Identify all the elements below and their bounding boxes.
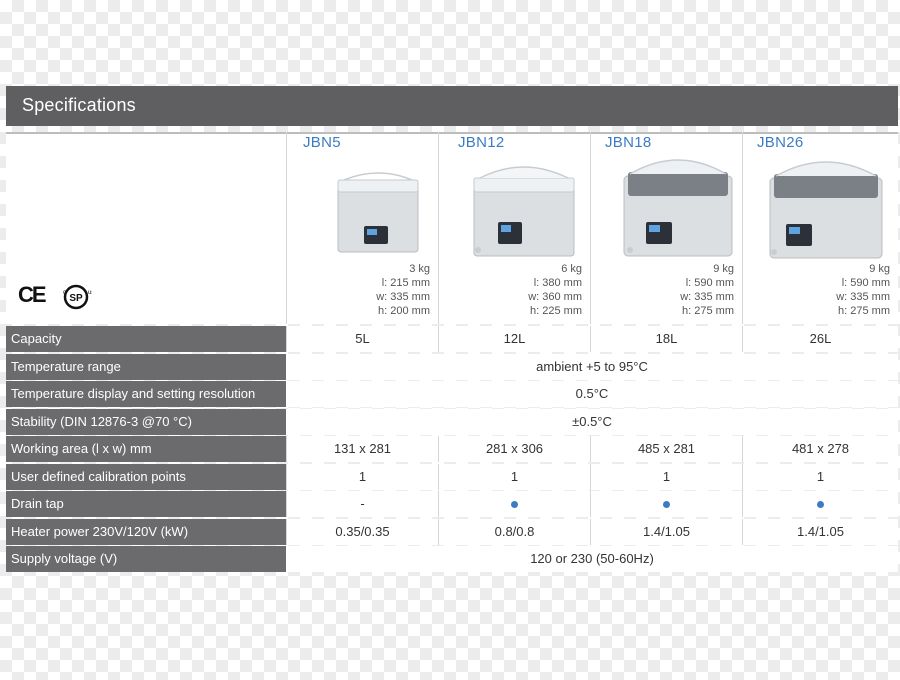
row-label: Supply voltage (V)	[6, 546, 286, 572]
dimensions: 9 kg l: 590 mm w: 335 mm h: 275 mm	[680, 263, 734, 317]
table-cell: 12L	[438, 326, 590, 352]
table-cell: 485 x 281	[590, 436, 742, 462]
model-name: JBN12	[458, 134, 505, 151]
row-label: Temperature range	[6, 354, 286, 380]
model-column-jbn26: JBN26 9 kg l: 590 mm w: 335 mm h: 275 mm	[742, 132, 898, 324]
row-label: User defined calibration points	[6, 464, 286, 490]
ce-mark-icon: CE	[18, 282, 47, 307]
table-cell: 120 or 230 (50-60Hz)	[286, 546, 898, 572]
row-label: Drain tap	[6, 491, 286, 517]
table-cell: 281 x 306	[438, 436, 590, 462]
models-panel: CE SP us c JBN5 3 kg l: 215 mm w:	[6, 132, 898, 324]
drain-tap-cell	[742, 491, 898, 517]
table-row: Temperature display and setting resoluti…	[6, 381, 898, 407]
table-row: Stability (DIN 12876-3 @70 °C) ±0.5°C	[6, 409, 898, 435]
model-column-jbn5: JBN5 3 kg l: 215 mm w: 335 mm h: 200 mm	[286, 132, 438, 324]
table-cell: 0.35/0.35	[286, 519, 438, 545]
table-row: Heater power 230V/120V (kW) 0.35/0.35 0.…	[6, 519, 898, 545]
table-cell: ambient +5 to 95°C	[286, 354, 898, 380]
model-column-jbn12: JBN12 6 kg l: 380 mm w: 360 mm h: 225 mm	[438, 132, 590, 324]
drain-tap-cell	[590, 491, 742, 517]
table-cell: 1	[590, 464, 742, 490]
table-row: Temperature range ambient +5 to 95°C	[6, 354, 898, 380]
dimensions: 6 kg l: 380 mm w: 360 mm h: 225 mm	[528, 263, 582, 317]
dimensions: 3 kg l: 215 mm w: 335 mm h: 200 mm	[376, 263, 430, 317]
svg-text:us: us	[88, 290, 92, 296]
table-row: Drain tap -	[6, 491, 898, 517]
table-cell: 1.4/1.05	[742, 519, 898, 545]
table-row: Capacity 5L 12L 18L 26L	[6, 326, 898, 352]
model-name: JBN5	[303, 134, 341, 151]
header-title: Specifications	[22, 95, 136, 115]
spec-sheet: Specifications CE SP us c JBN5	[0, 0, 900, 680]
water-bath-image	[769, 161, 883, 259]
dimensions: 9 kg l: 590 mm w: 335 mm h: 275 mm	[836, 263, 890, 317]
model-column-jbn18: JBN18 9 kg l: 590 mm w: 335 mm h: 275 mm	[590, 132, 742, 324]
table-cell: -	[286, 491, 438, 517]
table-cell: ±0.5°C	[286, 409, 898, 435]
water-bath-image	[337, 172, 419, 253]
table-cell: 1	[742, 464, 898, 490]
table-row: Supply voltage (V) 120 or 230 (50-60Hz)	[6, 546, 898, 572]
table-cell: 18L	[590, 326, 742, 352]
table-cell: 0.5°C	[286, 381, 898, 407]
table-cell: 481 x 278	[742, 436, 898, 462]
table-cell: 1	[438, 464, 590, 490]
svg-text:c: c	[63, 290, 66, 296]
drain-tap-cell	[438, 491, 590, 517]
table-row: User defined calibration points 1 1 1 1	[6, 464, 898, 490]
row-label: Capacity	[6, 326, 286, 352]
csa-mark-icon: SP us c	[63, 284, 92, 310]
included-dot-icon	[663, 501, 670, 509]
water-bath-image	[473, 166, 575, 257]
water-bath-image	[623, 159, 733, 257]
row-label: Temperature display and setting resoluti…	[6, 381, 286, 407]
table-cell: 1.4/1.05	[590, 519, 742, 545]
table-cell: 131 x 281	[286, 436, 438, 462]
svg-text:SP: SP	[69, 293, 83, 304]
table-cell: 0.8/0.8	[438, 519, 590, 545]
row-label: Stability (DIN 12876-3 @70 °C)	[6, 409, 286, 435]
included-dot-icon	[511, 501, 518, 509]
row-label: Working area (l x w) mm	[6, 436, 286, 462]
table-cell: 1	[286, 464, 438, 490]
table-cell: 5L	[286, 326, 438, 352]
included-dot-icon	[817, 501, 824, 509]
certification-marks: CE SP us c	[18, 282, 118, 312]
specifications-header: Specifications	[6, 86, 898, 126]
table-row: Working area (l x w) mm 131 x 281 281 x …	[6, 436, 898, 462]
row-label: Heater power 230V/120V (kW)	[6, 519, 286, 545]
table-cell: 26L	[742, 326, 898, 352]
